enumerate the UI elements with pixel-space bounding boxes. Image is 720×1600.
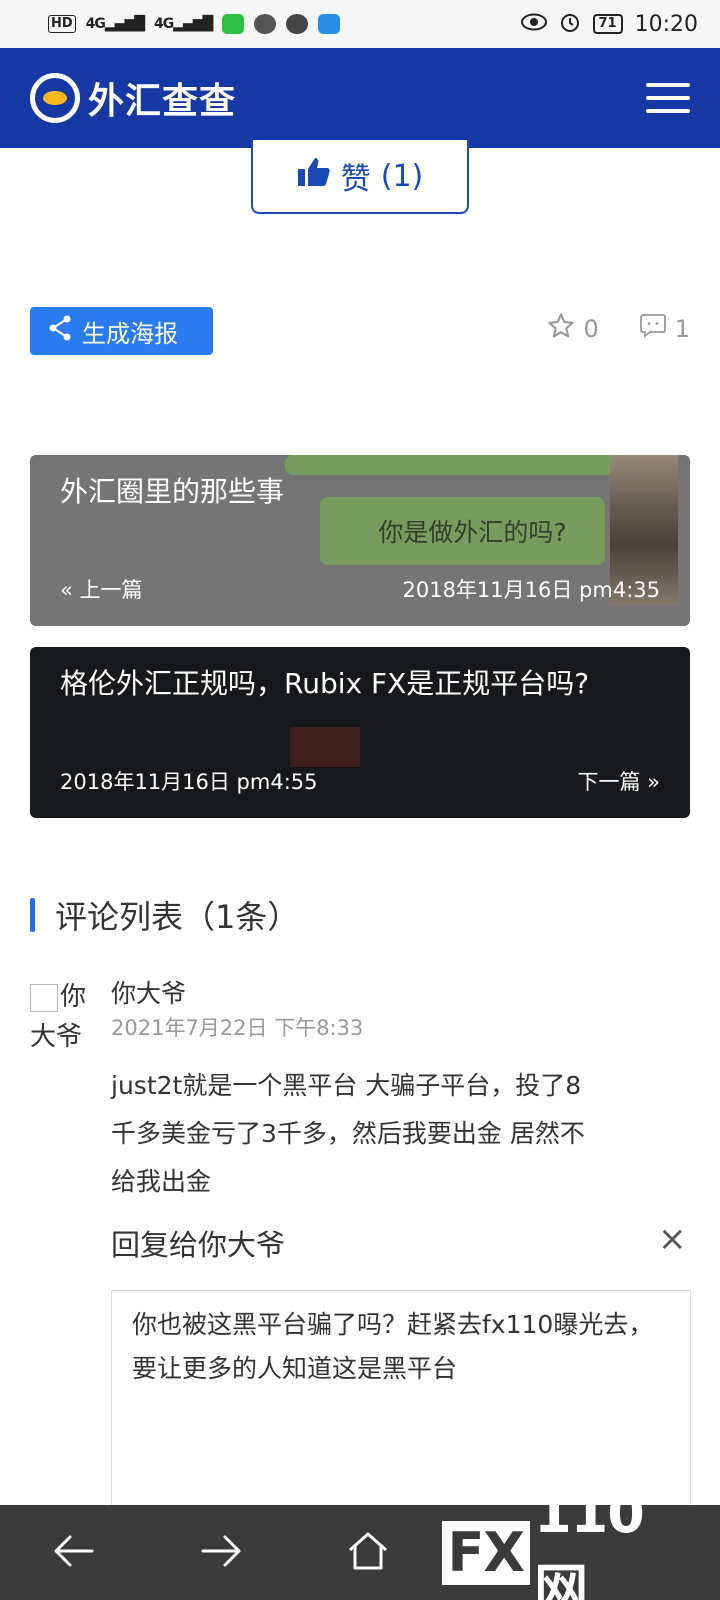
close-reply-button[interactable]: × xyxy=(658,1222,687,1256)
hd-indicator: HD xyxy=(48,15,76,33)
next-article-card[interactable]: 格伦外汇正规吗，Rubix FX是正规平台吗? 2018年11月16日 pm4:… xyxy=(30,647,690,818)
like-button[interactable]: 赞 (1) xyxy=(251,140,469,214)
basketball-icon xyxy=(286,14,309,34)
comment-icon xyxy=(639,313,667,345)
menu-line xyxy=(646,96,690,100)
hamburger-menu-button[interactable] xyxy=(646,83,690,113)
avatar: 你大爷 xyxy=(30,977,100,1057)
status-right: 71 10:20 xyxy=(520,11,698,38)
comments-title-text: 评论列表（1条） xyxy=(55,898,300,936)
watermark-box-text: FX xyxy=(441,1520,531,1585)
next-article-date: 2018年11月16日 pm4:55 xyxy=(60,770,318,794)
battery-indicator: 71 xyxy=(592,14,623,34)
watermark-text: 110网 xyxy=(534,1481,645,1600)
logo-text[interactable]: 外汇查查 xyxy=(88,72,236,124)
next-article-meta: 2018年11月16日 pm4:55 下一篇 » xyxy=(60,766,660,796)
signal-icon: 4G▂▄▆█ xyxy=(85,16,145,32)
previous-link[interactable]: « 上一篇 xyxy=(60,574,143,604)
arrow-left-icon xyxy=(52,1533,96,1573)
alarm-icon xyxy=(559,11,581,38)
wechat-icon xyxy=(222,14,245,34)
broken-image-icon xyxy=(30,983,58,1012)
reply-title: 回复给你大爷 xyxy=(111,1228,286,1262)
eye-icon xyxy=(520,12,547,36)
next-link[interactable]: 下一篇 » xyxy=(577,766,660,796)
comment-stat[interactable]: 1 xyxy=(639,313,690,345)
menu-line xyxy=(646,83,690,87)
article-stats: 0 1 xyxy=(547,312,690,346)
bottom-nav: FX 110网 xyxy=(0,1482,720,1600)
home-button[interactable] xyxy=(294,1505,441,1600)
logo-icon[interactable] xyxy=(30,73,80,123)
comments-section-title: 评论列表（1条） xyxy=(30,895,300,936)
signal-icon-2: 4G▂▄▆█ xyxy=(153,16,213,32)
thumbs-up-icon xyxy=(297,156,331,196)
comment-body: just2t就是一个黑平台 大骗子平台，投了8千多美金亏了3千多，然后我要出金 … xyxy=(111,1071,585,1196)
poster-label: 生成海报 xyxy=(82,319,178,348)
message-icon xyxy=(254,14,277,34)
clock: 10:20 xyxy=(634,11,698,37)
menu-line xyxy=(646,109,690,113)
fx110-watermark: FX 110网 xyxy=(441,1481,692,1600)
app-header: 外汇查查 xyxy=(0,48,720,148)
previous-article-title: 外汇圈里的那些事 xyxy=(60,475,285,508)
favorite-stat[interactable]: 0 xyxy=(547,312,599,346)
like-label: 赞 xyxy=(340,162,371,197)
previous-article-date: 2018年11月16日 pm4:35 xyxy=(402,578,660,602)
arrow-right-icon xyxy=(199,1533,243,1573)
previous-article-meta: « 上一篇 2018年11月16日 pm4:35 xyxy=(60,574,660,604)
forward-button[interactable] xyxy=(147,1505,294,1600)
favorite-count: 0 xyxy=(583,315,599,343)
home-icon xyxy=(346,1530,390,1576)
comment-count: 1 xyxy=(674,315,690,343)
previous-article-card[interactable]: 你是做外汇的吗? 外汇圈里的那些事 « 上一篇 2018年11月16日 pm4:… xyxy=(30,455,690,626)
next-article-title: 格伦外汇正规吗，Rubix FX是正规平台吗? xyxy=(60,667,590,700)
book-icon xyxy=(318,14,341,34)
comment-author: 你大爷 xyxy=(111,979,187,1008)
share-icon xyxy=(48,315,72,347)
back-button[interactable] xyxy=(0,1505,147,1600)
generate-poster-button[interactable]: 生成海报 xyxy=(30,307,213,355)
status-left: HD 4G▂▄▆█ 4G▂▄▆█ xyxy=(48,14,341,34)
like-count: (1) xyxy=(380,158,424,194)
star-icon xyxy=(547,312,575,346)
comment-time: 2021年7月22日 下午8:33 xyxy=(111,1016,364,1040)
status-bar: HD 4G▂▄▆█ 4G▂▄▆█ 71 10:20 xyxy=(0,0,720,48)
